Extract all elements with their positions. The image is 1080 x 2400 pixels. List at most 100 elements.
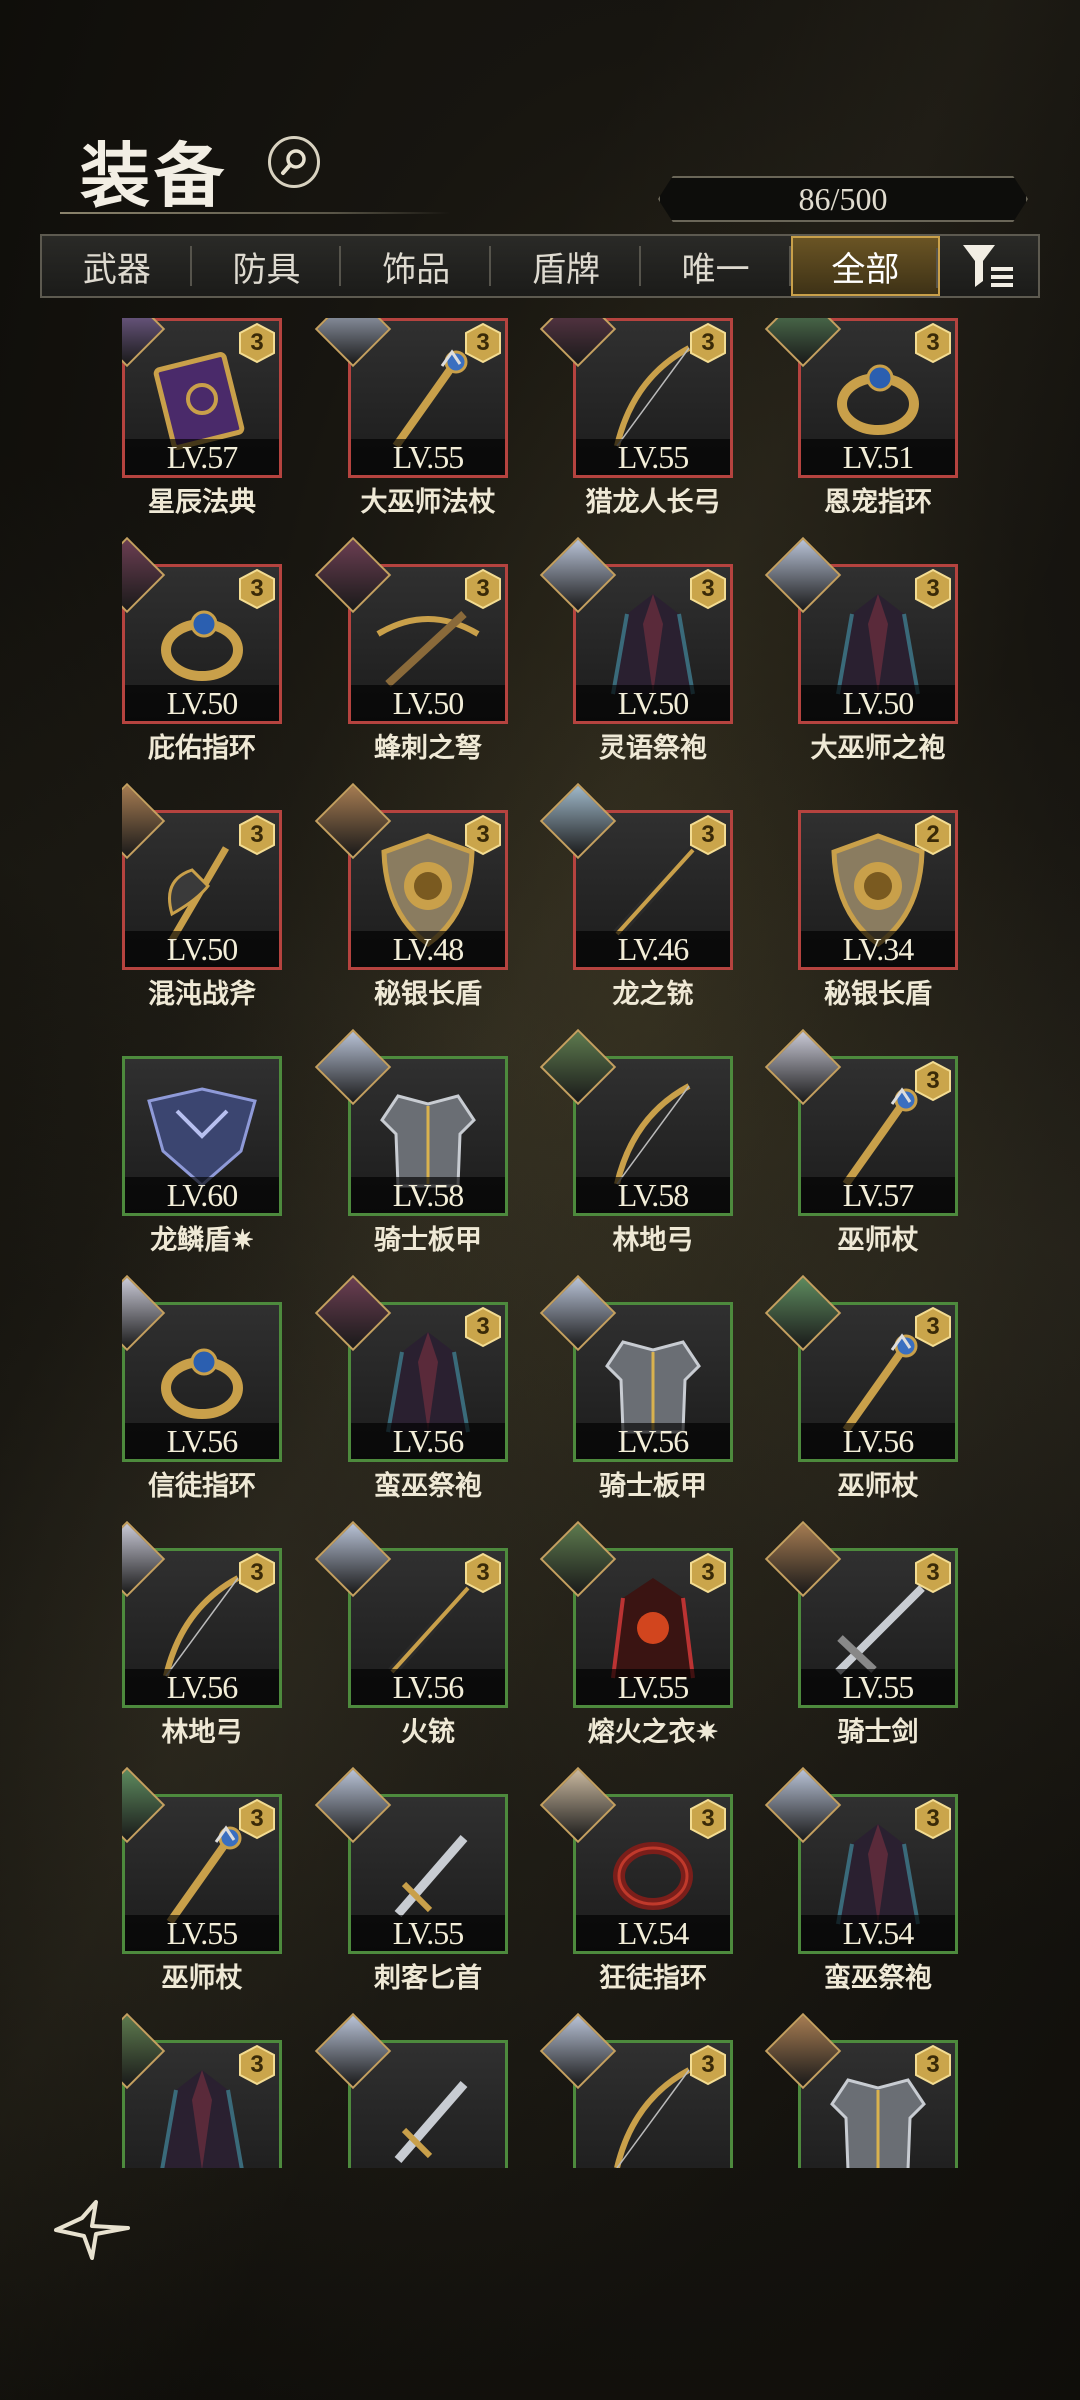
rank-value: 3 — [926, 1559, 940, 1586]
equipment-item[interactable]: LV.56 3 蛮巫祭袍 — [314, 1274, 508, 1502]
item-level: LV.58 — [351, 1177, 505, 1213]
rank-badge: 3 — [462, 568, 504, 610]
item-level: LV.55 — [801, 1669, 955, 1705]
equipment-item[interactable]: LV.50 3 大巫师之袍 — [764, 536, 958, 764]
game-logo-icon[interactable] — [52, 2198, 136, 2262]
rank-badge: 3 — [687, 2044, 729, 2086]
page-title: 装备 — [80, 134, 228, 217]
item-level: LV.60 — [125, 1177, 279, 1213]
rank-value: 2 — [926, 821, 940, 848]
equipment-item[interactable] — [314, 2012, 508, 2168]
equipment-item[interactable]: LV.50 3 灵语祭袍 — [539, 536, 733, 764]
equipment-item[interactable]: LV.56 骑士板甲 — [539, 1274, 733, 1502]
equipment-item[interactable]: LV.48 3 秘银长盾 — [314, 782, 508, 1010]
equipment-item[interactable]: LV.55 刺客匕首 — [314, 1766, 508, 1994]
equipment-item[interactable]: LV.55 3 骑士剑 — [764, 1520, 958, 1748]
rank-badge: 3 — [462, 814, 504, 856]
item-name: 狂徒指环 — [599, 1963, 707, 1994]
rank-badge: 3 — [236, 814, 278, 856]
equipment-item[interactable]: LV.57 3 星辰法典 — [122, 318, 282, 518]
equipment-item[interactable]: LV.54 3 狂徒指环 — [539, 1766, 733, 1994]
item-name: 混沌战斧 — [148, 979, 256, 1010]
equipment-item[interactable]: LV.58 骑士板甲 — [314, 1028, 508, 1256]
item-level: LV.57 — [125, 439, 279, 475]
equipment-item[interactable]: LV.57 3 巫师杖 — [764, 1028, 958, 1256]
equipment-item[interactable]: LV.34 2 秘银长盾 — [798, 810, 958, 1010]
tab-weapons[interactable]: 武器 — [42, 236, 192, 296]
equipment-item[interactable]: LV.51 3 恩宠指环 — [764, 318, 958, 518]
tab-accessories[interactable]: 饰品 — [341, 236, 491, 296]
item-name: 秘银长盾 — [824, 979, 932, 1010]
item-level: LV.55 — [351, 439, 505, 475]
item-card[interactable]: LV.60 — [122, 1056, 282, 1216]
equipment-item[interactable]: LV.50 3 庇佑指环 — [122, 536, 282, 764]
inventory-counter: 86/500 — [658, 176, 1028, 222]
rank-value: 3 — [926, 1067, 940, 1094]
rank-value: 3 — [250, 1559, 264, 1586]
rank-badge: 3 — [912, 322, 954, 364]
item-level: LV.55 — [576, 1669, 730, 1705]
item-level: LV.57 — [801, 1177, 955, 1213]
item-level: LV.55 — [576, 439, 730, 475]
rank-badge: 3 — [912, 1798, 954, 1840]
item-level: LV.50 — [351, 685, 505, 721]
equipment-item[interactable]: LV.50 3 混沌战斧 — [122, 782, 282, 1010]
equipment-item[interactable]: LV.46 3 龙之铳 — [539, 782, 733, 1010]
equipment-item[interactable]: LV.55 3 熔火之衣✷ — [539, 1520, 733, 1748]
equipment-item[interactable]: LV.56 3 林地弓 — [122, 1520, 282, 1748]
tab-armor[interactable]: 防具 — [192, 236, 342, 296]
item-level: LV.50 — [125, 931, 279, 967]
filter-button[interactable] — [940, 236, 1038, 296]
item-name: 熔火之衣✷ — [587, 1717, 719, 1748]
equipment-item[interactable]: LV.54 3 蛮巫祭袍 — [764, 1766, 958, 1994]
equipment-item[interactable]: LV.50 3 蜂刺之弩 — [314, 536, 508, 764]
equipment-item[interactable]: LV.60 龙鳞盾✷ — [122, 1056, 282, 1256]
item-level: LV.56 — [351, 1669, 505, 1705]
equipment-item[interactable]: LV.56 3 火铳 — [314, 1520, 508, 1748]
category-tabs: 武器 防具 饰品 盾牌 唯一 全部 — [40, 234, 1040, 298]
item-name: 星辰法典 — [148, 487, 256, 518]
item-name: 蜂刺之弩 — [374, 733, 482, 764]
item-level: LV.54 — [801, 1915, 955, 1951]
equipment-item[interactable]: LV.56 3 巫师杖 — [764, 1274, 958, 1502]
item-name: 大巫师法杖 — [360, 487, 496, 518]
item-level: LV.46 — [576, 931, 730, 967]
rank-value: 3 — [701, 1559, 715, 1586]
equipment-item[interactable]: 3 — [539, 2012, 733, 2168]
equipment-item[interactable]: LV.56 信徒指环 — [122, 1274, 282, 1502]
equipment-item[interactable]: 3 — [764, 2012, 958, 2168]
item-name: 巫师杖 — [837, 1471, 919, 1502]
item-level: LV.55 — [351, 1915, 505, 1951]
item-name: 猎龙人长弓 — [585, 487, 721, 518]
item-name: 巫师杖 — [161, 1963, 243, 1994]
rank-value: 3 — [250, 1805, 264, 1832]
inventory-count: 86/500 — [798, 180, 888, 217]
item-name: 龙鳞盾✷ — [150, 1225, 254, 1256]
rank-badge: 3 — [912, 1552, 954, 1594]
item-level: LV.51 — [801, 439, 955, 475]
item-level: LV.56 — [351, 1423, 505, 1459]
rank-value: 3 — [926, 575, 940, 602]
rank-badge: 2 — [912, 814, 954, 856]
equipment-item[interactable]: LV.58 林地弓 — [539, 1028, 733, 1256]
equipment-item[interactable]: LV.55 3 大巫师法杖 — [314, 318, 508, 518]
tab-all[interactable]: 全部 — [790, 236, 941, 296]
tab-shields[interactable]: 盾牌 — [491, 236, 641, 296]
search-button[interactable] — [268, 136, 320, 188]
equipment-item[interactable]: LV.55 3 巫师杖 — [122, 1766, 282, 1994]
equipment-item[interactable]: LV.55 3 猎龙人长弓 — [539, 318, 733, 518]
rank-badge: 3 — [912, 1060, 954, 1102]
item-level: LV.56 — [125, 1423, 279, 1459]
rank-value: 3 — [476, 821, 490, 848]
item-name: 庇佑指环 — [148, 733, 256, 764]
rank-value: 3 — [250, 329, 264, 356]
equipment-item[interactable]: 3 — [122, 2012, 282, 2168]
rank-badge: 3 — [236, 1798, 278, 1840]
item-level: LV.34 — [801, 931, 955, 967]
rank-badge: 3 — [687, 322, 729, 364]
tab-unique[interactable]: 唯一 — [641, 236, 791, 296]
item-level: LV.50 — [576, 685, 730, 721]
rank-value: 3 — [476, 575, 490, 602]
item-name: 蛮巫祭袍 — [374, 1471, 482, 1502]
rank-badge: 3 — [236, 568, 278, 610]
